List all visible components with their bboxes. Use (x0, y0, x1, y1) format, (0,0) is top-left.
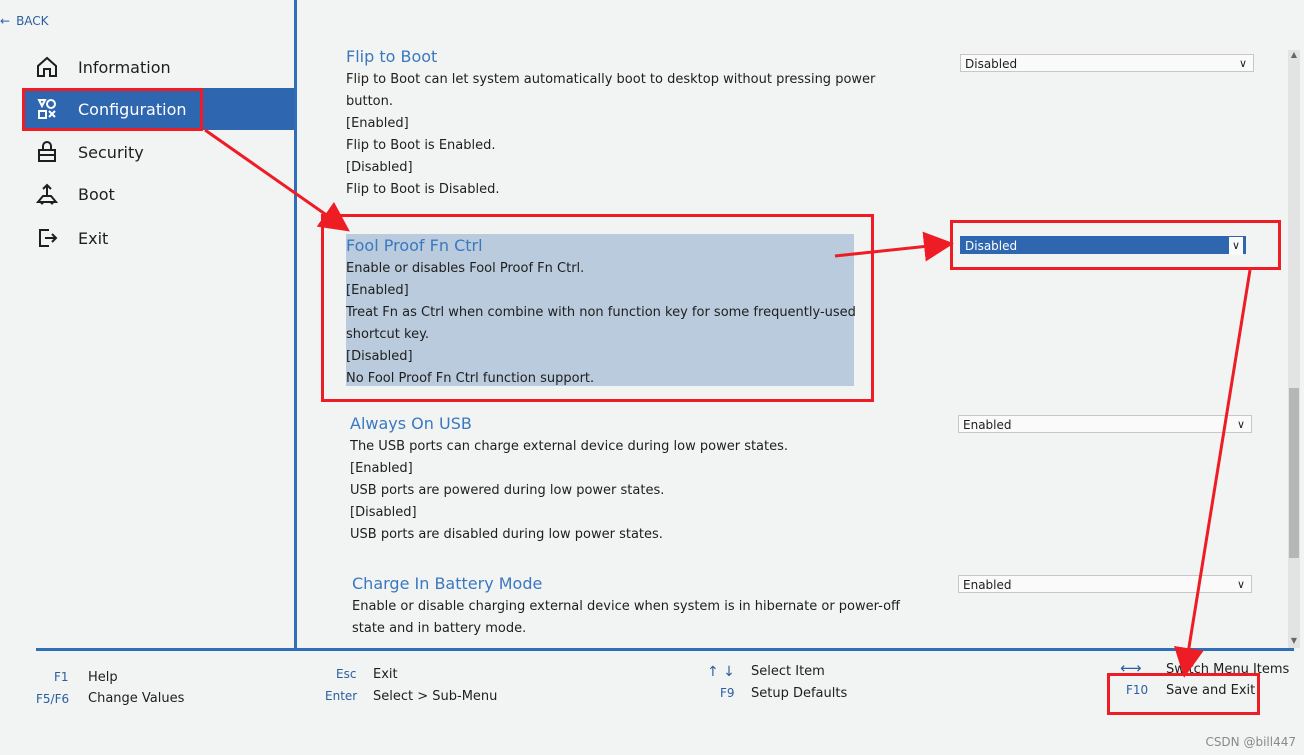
option-label: [Disabled] (346, 160, 413, 175)
option-description: Flip to Boot is Enabled. (346, 138, 496, 153)
footer-desc-select-submenu: Select > Sub-Menu (373, 689, 498, 704)
chevron-down-icon: ∨ (1238, 57, 1247, 70)
footer-desc-setup-defaults: Setup Defaults (751, 686, 848, 701)
setting-description: state and in battery mode. (352, 621, 527, 636)
sidebar-item-label: Exit (78, 228, 109, 248)
footer-key-enter: Enter (325, 689, 358, 703)
chevron-down-icon: ∨ (1236, 578, 1245, 591)
setting-flip-to-boot[interactable]: Flip to Boot Flip to Boot can let system… (346, 45, 876, 201)
dropdown-value: Disabled (965, 239, 1018, 253)
footer-desc-exit: Exit (373, 667, 398, 682)
up-down-arrow-icon: ↑ ↓ (707, 664, 735, 680)
footer-desc-select-item: Select Item (751, 664, 825, 679)
chevron-down-icon: ∨ (1228, 237, 1243, 255)
footer-key-f9: F9 (720, 686, 735, 700)
option-label: [Disabled] (350, 505, 417, 520)
setting-fool-proof-fn-ctrl[interactable]: Fool Proof Fn Ctrl Enable or disables Fo… (346, 234, 856, 386)
sidebar-item-boot[interactable]: Boot (24, 173, 296, 215)
sidebar-item-label: Information (78, 57, 171, 77)
setting-description: Flip to Boot can let system automaticall… (346, 72, 876, 87)
home-icon (34, 54, 60, 80)
always-on-usb-dropdown[interactable]: Enabled ∨ (958, 415, 1252, 433)
watermark: CSDN @bill447 (1205, 735, 1296, 749)
scrollbar-track[interactable] (1288, 50, 1300, 648)
footer-key-f5-f6: F5/F6 (36, 692, 70, 706)
sidebar-item-label: Configuration (78, 99, 187, 119)
setting-title: Fool Proof Fn Ctrl (346, 236, 483, 255)
setting-title: Always On USB (350, 414, 472, 433)
setting-description: The USB ports can charge external device… (350, 439, 789, 454)
setting-always-on-usb[interactable]: Always On USB The USB ports can charge e… (350, 412, 870, 546)
option-label: [Disabled] (346, 349, 413, 364)
footer-key-f1: F1 (54, 670, 69, 684)
option-label: [Enabled] (346, 116, 409, 131)
sidebar-item-exit[interactable]: Exit (24, 217, 296, 259)
setting-description: button. (346, 94, 394, 109)
setting-charge-in-battery-mode[interactable]: Charge In Battery Mode Enable or disable… (352, 572, 900, 640)
sidebar-item-configuration[interactable]: Configuration (24, 88, 296, 130)
footer-desc-switch-menu-items: Switch Menu Items (1166, 662, 1290, 677)
option-label: [Enabled] (350, 461, 413, 476)
dropdown-value: Disabled (965, 57, 1018, 71)
sidebar-item-information[interactable]: Information (24, 46, 296, 88)
setting-description: Enable or disables Fool Proof Fn Ctrl. (346, 261, 585, 276)
option-description: USB ports are disabled during low power … (350, 527, 663, 542)
footer-desc-change-values: Change Values (88, 691, 185, 706)
fool-proof-fn-ctrl-dropdown[interactable]: Disabled ∨ (960, 236, 1246, 255)
configuration-icon (34, 96, 60, 122)
footer-key-esc: Esc (336, 667, 357, 681)
settings-panel: Flip to Boot Flip to Boot can let system… (300, 0, 1290, 650)
sidebar-item-security[interactable]: Security (24, 131, 296, 173)
option-description: No Fool Proof Fn Ctrl function support. (346, 371, 595, 386)
lock-icon (34, 139, 60, 165)
footer-desc-help: Help (88, 670, 118, 685)
flip-to-boot-dropdown[interactable]: Disabled ∨ (960, 54, 1254, 72)
sidebar-divider (294, 0, 297, 650)
option-description: Treat Fn as Ctrl when combine with non f… (346, 305, 856, 320)
chevron-down-icon: ∨ (1236, 418, 1245, 431)
option-description: USB ports are powered during low power s… (350, 483, 665, 498)
sidebar-item-label: Boot (78, 184, 115, 204)
setting-title: Charge In Battery Mode (352, 574, 543, 593)
scrollbar-thumb[interactable] (1289, 388, 1299, 558)
setting-title: Flip to Boot (346, 47, 438, 66)
footer-divider (36, 648, 1294, 651)
footer-key-f10: F10 (1126, 683, 1149, 697)
dropdown-value: Enabled (963, 578, 1012, 592)
option-description: shortcut key. (346, 327, 430, 342)
dropdown-value: Enabled (963, 418, 1012, 432)
sidebar-item-label: Security (78, 142, 144, 162)
scroll-up-icon[interactable]: ▲ (1288, 50, 1300, 60)
footer-desc-save-and-exit: Save and Exit (1166, 683, 1256, 698)
left-right-arrow-icon: ⟷ (1120, 659, 1142, 677)
sidebar: Information Configuration Security Boot … (0, 0, 296, 650)
option-description: Flip to Boot is Disabled. (346, 182, 500, 197)
charge-in-battery-mode-dropdown[interactable]: Enabled ∨ (958, 575, 1252, 593)
scroll-down-icon[interactable]: ▼ (1288, 636, 1300, 646)
boot-icon (34, 181, 60, 207)
exit-icon (34, 225, 60, 251)
setting-description: Enable or disable charging external devi… (352, 599, 900, 614)
option-label: [Enabled] (346, 283, 409, 298)
